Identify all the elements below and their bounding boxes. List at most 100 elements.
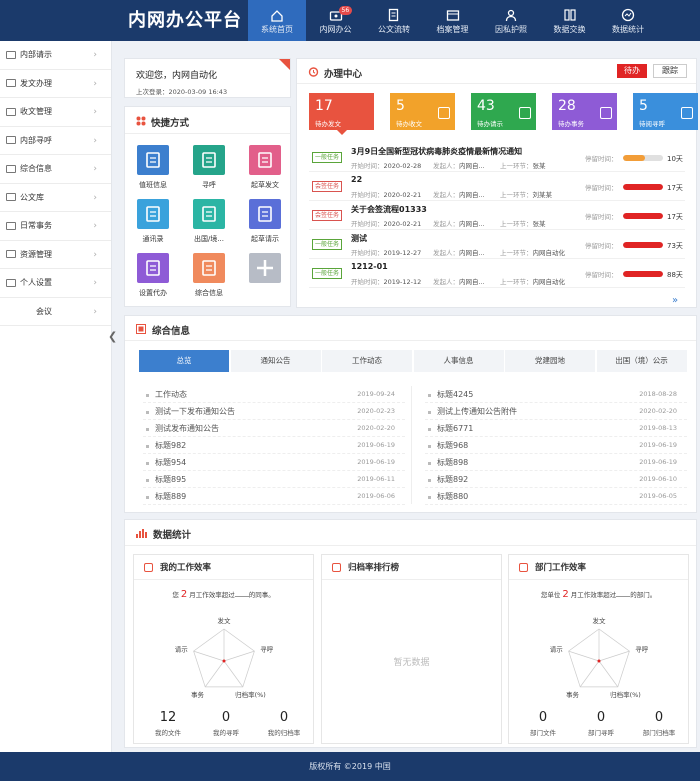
sidebar-item-5[interactable]: 公文库 ›	[0, 184, 111, 212]
news-item[interactable]: 标题880 2019-06-05	[425, 488, 687, 505]
news-item[interactable]: 标题6771 2019-08-13	[425, 420, 687, 437]
more-link[interactable]: »	[672, 295, 678, 306]
task-row[interactable]: 会签任务 关于会签流程01333 开始时间：2020-02-21 发起人：内网自...…	[309, 201, 685, 230]
stat-label: 我的文件	[155, 729, 181, 737]
task-start: 开始时间：2020-02-21	[351, 220, 422, 228]
info-tab-3[interactable]: 人事信息	[413, 350, 505, 372]
sidebar-item-4[interactable]: 综合信息 ›	[0, 155, 111, 184]
radar-chart: 发文寻呼归档率(%) 事务 请示	[550, 616, 649, 699]
nav-item-2[interactable]: 公文流转	[365, 0, 423, 41]
news-item[interactable]: 标题892 2019-06-10	[425, 471, 687, 488]
sidebar-item-9[interactable]: 会议 ›	[0, 298, 111, 326]
panel-title: 归档率排行榜	[348, 563, 400, 573]
news-item[interactable]: 工作动态 2019-09-24	[143, 386, 405, 403]
track-button[interactable]: 跟踪	[653, 64, 687, 78]
news-date: 2019-06-06	[357, 492, 395, 500]
stats-panel-mine: 我的工作效率您 2 月工作效率超过 的同事。 发文 寻呼 归档率(%) 事务 请示 12 我的文件 0…	[133, 554, 314, 744]
stat-item[interactable]: 0 我的归档率	[254, 710, 314, 737]
task-row[interactable]: 会签任务 22 开始时间：2020-02-21 发起人：内网自... 上一环节：刘某某 停…	[309, 172, 685, 201]
radar-axis-label: 事务	[566, 690, 580, 699]
settings-icon[interactable]	[137, 253, 169, 283]
contacts-icon[interactable]	[137, 199, 169, 229]
task-count: 5	[639, 98, 648, 114]
task-row[interactable]: 一般任务 3月9日全国新型冠状病毒肺炎疫情最新情况通知 开始时间：2020-02-2…	[309, 143, 685, 172]
stat-item[interactable]: 0 部门归档率	[629, 710, 689, 737]
task-type-tag: 会签任务	[312, 181, 342, 192]
footer: 版权所有 ©2019 中国	[0, 752, 700, 781]
task-tile-3[interactable]: 28 待办事务	[552, 93, 617, 130]
plane-icon[interactable]	[193, 199, 225, 229]
news-date: 2018-08-28	[639, 390, 677, 398]
info-tab-0[interactable]: 总览	[139, 350, 230, 372]
task-title: 3月9日全国新型冠状病毒肺炎疫情最新情况通知	[351, 147, 523, 156]
news-item[interactable]: 标题898 2019-06-19	[425, 454, 687, 471]
sidebar-item-0[interactable]: 内部请示 ›	[0, 41, 111, 70]
news-title: 标题982	[155, 441, 187, 450]
add-icon[interactable]	[249, 253, 281, 283]
task-sender: 发起人：内网自...	[433, 191, 485, 199]
news-item[interactable]: 测试上传通知公告附件 2020-02-20	[425, 403, 687, 420]
request-icon[interactable]	[249, 199, 281, 229]
nav-item-5[interactable]: 数据交换	[541, 0, 599, 41]
news-item[interactable]: 标题982 2019-06-19	[143, 437, 405, 454]
stat-value: 0	[654, 710, 664, 725]
stay-progress-bar	[623, 271, 663, 277]
shortcut-label: 起草发文	[251, 181, 279, 189]
task-start: 开始时间：2019-12-27	[351, 249, 422, 257]
stay-days: 10天	[667, 155, 683, 163]
nav-item-1[interactable]: 内网办公 56	[307, 0, 365, 41]
news-title: 测试一下发布通知公告	[155, 407, 235, 416]
task-type-tag: 一般任务	[312, 268, 342, 279]
chevron-right-icon: ›	[93, 107, 97, 117]
stat-item[interactable]: 0 部门寻呼	[571, 710, 631, 737]
info-tab-1[interactable]: 通知公告	[230, 350, 322, 372]
stay-progress-bar	[623, 213, 663, 219]
stat-item[interactable]: 0 部门文件	[513, 710, 573, 737]
stat-item[interactable]: 0 我的寻呼	[196, 710, 256, 737]
news-item[interactable]: 测试发布通知公告 2020-02-20	[143, 420, 405, 437]
radar-axis-label: 寻呼	[635, 644, 649, 653]
news-item[interactable]: 标题4245 2018-08-28	[425, 386, 687, 403]
sidebar-item-7[interactable]: 资源管理 ›	[0, 241, 111, 269]
info-tab-4[interactable]: 党建园地	[505, 350, 596, 372]
sidebar-item-8[interactable]: 个人设置 ›	[0, 269, 111, 298]
bar-chart-icon	[136, 529, 147, 538]
stay-days: 17天	[667, 213, 683, 221]
phone-icon[interactable]	[193, 145, 225, 175]
news-item[interactable]: 标题954 2019-06-19	[143, 454, 405, 471]
nav-item-3[interactable]: 档案管理	[424, 0, 482, 41]
collapse-sidebar-icon[interactable]: ❮	[108, 330, 118, 348]
task-tile-0[interactable]: 17 待办发文	[309, 93, 374, 135]
news-item[interactable]: 标题889 2019-06-06	[143, 488, 405, 505]
sidebar-item-2[interactable]: 收文管理 ›	[0, 98, 111, 127]
pending-button[interactable]: 待办	[617, 64, 647, 78]
news-item[interactable]: 标题968 2019-06-19	[425, 437, 687, 454]
stat-label: 我的归档率	[267, 729, 301, 737]
news-item[interactable]: 测试一下发布通知公告 2020-02-23	[143, 403, 405, 420]
nav-label: 系统首页	[261, 25, 293, 34]
duty-icon[interactable]	[137, 145, 169, 175]
nav-item-6[interactable]: 数据统计	[599, 0, 657, 41]
library-icon	[6, 193, 16, 202]
radar-axis-label: 寻呼	[260, 644, 274, 653]
info-icon[interactable]	[193, 253, 225, 283]
stat-item[interactable]: 12 我的文件	[138, 710, 198, 737]
sidebar-item-label: 公文库	[20, 192, 44, 202]
news-item[interactable]: 标题895 2019-06-11	[143, 471, 405, 488]
shortcut-label: 值班信息	[139, 181, 167, 189]
task-tile-4[interactable]: 5 待阅寻呼	[633, 93, 698, 130]
draft-icon[interactable]	[249, 145, 281, 175]
nav-item-0[interactable]: 系统首页	[248, 0, 306, 41]
task-row[interactable]: 一般任务 测试 开始时间：2019-12-27 发起人：内网自... 上一环节：内网自动…	[309, 230, 685, 259]
sidebar-item-1[interactable]: 发文办理 ›	[0, 70, 111, 98]
radar-axis-label: 请示	[550, 644, 564, 653]
info-tab-5[interactable]: 出国（境）公示	[596, 350, 688, 372]
sidebar-item-6[interactable]: 日常事务 ›	[0, 212, 111, 241]
task-row[interactable]: 一般任务 1212-01 开始时间：2019-12-12 发起人：内网自... 上一环节…	[309, 259, 685, 288]
info-tab-2[interactable]: 工作动态	[322, 350, 413, 372]
task-tile-1[interactable]: 5 待办收文	[390, 93, 455, 130]
task-tile-2[interactable]: 43 待办请示	[471, 93, 536, 130]
nav-item-4[interactable]: 因私护照	[482, 0, 540, 41]
stats-card: 数据统计 我的工作效率您 2 月工作效率超过 的同事。 发文 寻呼 归档率(%) 事务 请示 12…	[124, 519, 697, 748]
sidebar-item-3[interactable]: 内部寻呼 ›	[0, 127, 111, 155]
